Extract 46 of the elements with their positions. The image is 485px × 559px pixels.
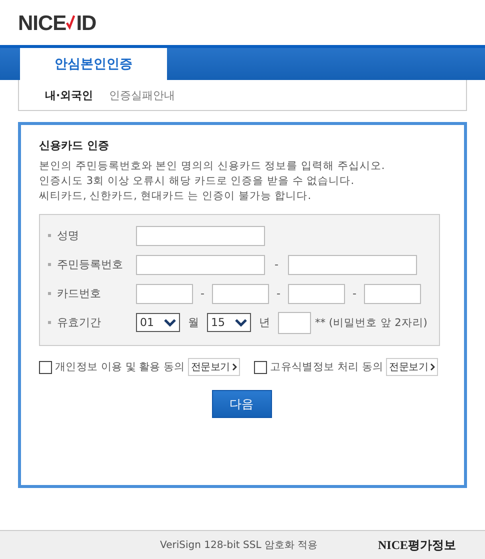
chevron-icon xyxy=(232,363,237,371)
checkbox[interactable] xyxy=(254,360,268,374)
chevron-icon xyxy=(164,318,176,326)
input-field[interactable] xyxy=(288,254,417,274)
input-field[interactable] xyxy=(278,312,311,334)
view-full-button[interactable]: 전문보기 xyxy=(386,358,438,376)
bullet-icon xyxy=(48,292,51,295)
input-field[interactable] xyxy=(288,284,345,304)
section-title: 신용카드 인증 xyxy=(39,138,110,153)
hint-text: ** (비밀번호 앞 2자리) xyxy=(315,316,428,330)
agreement-label: 고유식별정보 처리 동의 xyxy=(270,360,384,374)
view-full-button[interactable]: 전문보기 xyxy=(188,358,240,376)
unit-label: 월 xyxy=(187,315,200,330)
bullet-icon xyxy=(48,321,51,324)
separator: - xyxy=(352,287,358,300)
field-label: 주민등록번호 xyxy=(57,257,124,272)
month-select[interactable]: 01 xyxy=(136,313,180,332)
chevron-icon xyxy=(235,318,247,326)
unit-label: 년 xyxy=(258,315,271,330)
separator: - xyxy=(200,287,206,300)
description-line: 본인의 주민등록번호와 본인 명의의 신용카드 정보를 입력해 주십시오. xyxy=(39,159,386,174)
chevron-icon xyxy=(430,363,435,371)
field-label: 성명 xyxy=(57,228,80,243)
description-line: 씨티카드, 신한카드, 현대카드 는 인증이 불가능 합니다. xyxy=(39,189,312,204)
separator: - xyxy=(276,287,282,300)
bullet-icon xyxy=(48,234,51,237)
input-field[interactable] xyxy=(212,284,269,304)
year-select[interactable]: 15 xyxy=(207,313,251,332)
input-field[interactable] xyxy=(136,254,265,274)
footer-notice: VeriSign 128-bit SSL 암호화 적용 xyxy=(160,539,318,552)
separator: - xyxy=(274,258,280,271)
bullet-icon xyxy=(48,263,51,266)
input-field[interactable] xyxy=(136,226,265,246)
checkbox[interactable] xyxy=(39,360,52,374)
agreement-label: 개인정보 이용 및 활용 동의 xyxy=(55,360,185,374)
main-tab[interactable]: 안심본인인증 xyxy=(20,48,167,80)
field-label: 유효기간 xyxy=(57,315,102,330)
field-label: 카드번호 xyxy=(57,286,102,301)
input-field[interactable] xyxy=(136,284,193,304)
next-button[interactable]: 다음 xyxy=(212,390,272,418)
brand-logo: NICE평가정보 xyxy=(378,536,456,554)
input-field[interactable] xyxy=(364,284,421,304)
sub-tab[interactable]: 내·외국인 xyxy=(45,88,94,102)
description-line: 인증시도 3회 이상 오류시 해당 카드로 인증을 받을 수 없습니다. xyxy=(39,174,356,189)
sub-tab[interactable]: 인증실패안내 xyxy=(109,88,176,102)
logo: NICE ID xyxy=(18,12,96,36)
